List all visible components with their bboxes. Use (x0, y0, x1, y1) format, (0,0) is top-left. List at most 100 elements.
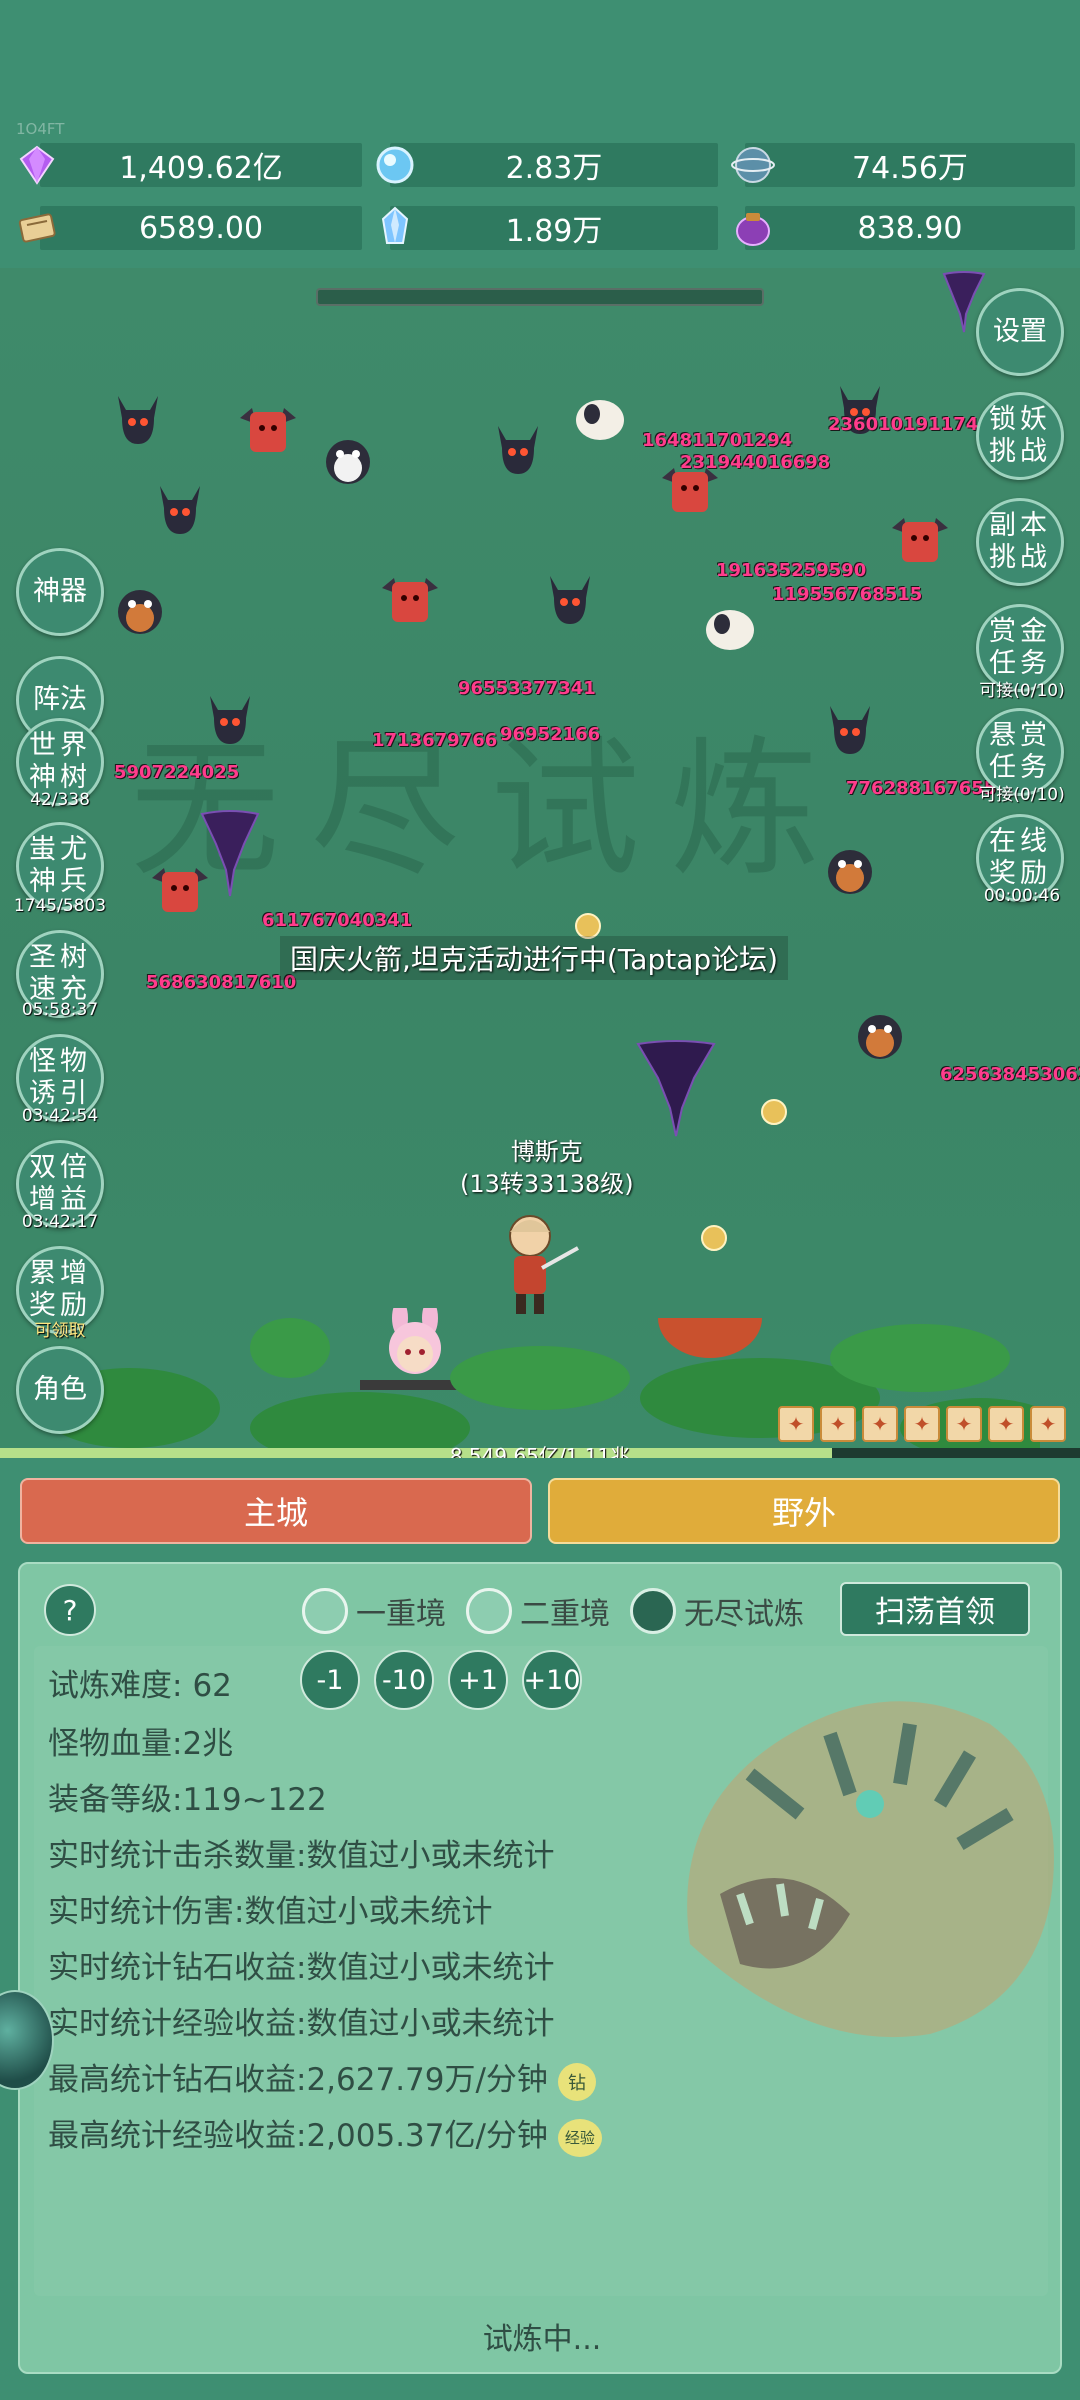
settings-label: 设置 (993, 316, 1047, 347)
horned-demon-monster[interactable] (488, 418, 548, 478)
skill-slot-icon[interactable]: ✦ (820, 1406, 856, 1442)
difficulty-minus-10-button[interactable]: -10 (374, 1650, 434, 1710)
skill-slot-icon[interactable]: ✦ (862, 1406, 898, 1442)
diamond-resource: 1,409.62亿 (40, 143, 362, 187)
penguin-monster[interactable] (110, 578, 170, 638)
exp-income-stat: 实时统计经验收益:数值过小或未统计 (48, 2006, 555, 2042)
exp-badge-icon: 经验 (557, 2118, 602, 2157)
damage-number: 191635259590 (716, 560, 867, 581)
tab-wild[interactable]: 野外 (548, 1478, 1060, 1544)
character-button[interactable]: 角色 (16, 1346, 104, 1434)
mode-option-endless[interactable]: 无尽试炼 (630, 1588, 804, 1634)
dungeon-challenge-button[interactable]: 副本挑战 (976, 498, 1064, 586)
penguin-monster[interactable] (850, 1003, 910, 1063)
best-diamond-stat: 最高统计钻石收益:2,627.79万/分钟钻 (48, 2054, 596, 2101)
difficulty-row: 试炼难度: 62 (48, 1660, 232, 1705)
penguin-monster[interactable] (318, 428, 378, 488)
chiyou-weapon-progress: 1745/5803 (13, 896, 107, 916)
damage-number: 119556768515 (772, 584, 923, 605)
world-tree-progress: 42/338 (30, 790, 90, 810)
hero-name: 博斯克 (510, 1138, 583, 1166)
diamond-badge-icon: 钻 (557, 2062, 596, 2101)
mode-option-second[interactable]: 二重境 (466, 1588, 610, 1634)
orb-resource: 74.56万 (745, 143, 1075, 187)
online-reward-timer: 00:00:46 (983, 886, 1061, 906)
radio-icon (466, 1588, 512, 1634)
hero-nameplate: 博斯克 (13转33138级) (460, 1136, 634, 1200)
purple-pot-icon (730, 204, 776, 250)
monster-lure-label: 怪物诱引 (29, 1046, 91, 1109)
bounty-task-label: 赏金任务 (989, 616, 1051, 679)
artifact-button[interactable]: 神器 (16, 548, 104, 636)
damage-number: 96952166 (500, 724, 601, 745)
coin-drop-icon[interactable] (760, 1098, 788, 1126)
skill-slot-icon[interactable]: ✦ (1030, 1406, 1066, 1442)
monster-lure-timer: 03:42:54 (21, 1106, 99, 1126)
trial-panel: ? 一重境 二重境 无尽试炼 扫荡首领 试炼难度: 62 -1 -10 +1 +1… (18, 1562, 1062, 2374)
top-tag: 1O4FT (16, 120, 65, 138)
gem-value: 2.83万 (505, 151, 603, 186)
damage-number: 1713679766 (372, 730, 498, 751)
horned-demon-monster[interactable] (540, 568, 600, 628)
difficulty-plus-10-button[interactable]: +10 (522, 1650, 582, 1710)
mode-option-first[interactable]: 一重境 (302, 1588, 446, 1634)
cumulative-reward-label: 累增奖励 (29, 1258, 91, 1321)
blue-gem-icon (372, 142, 418, 188)
tab-main-city[interactable]: 主城 (20, 1478, 532, 1544)
best-diamond-text: 最高统计钻石收益:2,627.79万/分钟 (48, 2062, 548, 2098)
damage-number: 568630817610 (146, 972, 297, 993)
help-button[interactable]: ? (44, 1584, 96, 1636)
event-banner[interactable]: 国庆火箭,坦克活动进行中(Taptap论坛) (280, 936, 789, 980)
difficulty-minus-1-button[interactable]: -1 (300, 1650, 360, 1710)
best-exp-text: 最高统计经验收益:2,005.37亿/分钟 (48, 2118, 548, 2154)
skill-slot-icon[interactable]: ✦ (778, 1406, 814, 1442)
holy-tree-recharge-label: 圣树速充 (29, 942, 91, 1005)
crystal-value: 1.89万 (505, 214, 603, 249)
damage-number: 231944016698 (680, 452, 831, 473)
red-block-monster[interactable] (238, 398, 298, 458)
penguin-monster[interactable] (820, 838, 880, 898)
horned-demon-monster[interactable] (150, 478, 210, 538)
mode-first-label: 一重境 (356, 1597, 446, 1632)
tab-main-city-label: 主城 (243, 1494, 308, 1532)
double-boost-label: 双倍增益 (29, 1152, 91, 1215)
horned-demon-monster[interactable] (200, 688, 260, 748)
purple-diamond-icon (14, 142, 60, 188)
hero-character[interactable] (480, 1208, 580, 1318)
tab-wild-label: 野外 (771, 1494, 836, 1532)
sweep-boss-button[interactable]: 扫荡首领 (840, 1582, 1030, 1636)
tiger-illustration (687, 1701, 1054, 2038)
red-block-monster[interactable] (890, 508, 950, 568)
damage-number: 164811701294 (642, 430, 793, 451)
horned-demon-monster[interactable] (820, 698, 880, 758)
dungeon-challenge-label: 副本挑战 (989, 510, 1051, 573)
red-block-monster[interactable] (380, 568, 440, 628)
skill-slot-icon[interactable]: ✦ (946, 1406, 982, 1442)
pot-value: 838.90 (857, 210, 963, 246)
white-furry-monster[interactable] (570, 388, 630, 448)
difficulty-plus-1-button[interactable]: +1 (448, 1650, 508, 1710)
bounty-task-status: 可接(0/10) (979, 681, 1065, 701)
world-tree-label: 世界神树 (29, 730, 91, 793)
skill-slot-icon[interactable]: ✦ (988, 1406, 1024, 1442)
radio-icon (630, 1588, 676, 1634)
white-furry-monster[interactable] (700, 598, 760, 658)
settings-button[interactable]: 设置 (976, 288, 1064, 376)
diamond-income-stat: 实时统计钻石收益:数值过小或未统计 (48, 1950, 555, 1986)
monster-hp-stat: 怪物血量:2兆 (48, 1726, 234, 1762)
wave-progress-bar (316, 288, 764, 306)
crystal-resource: 1.89万 (390, 206, 718, 250)
demon-lock-challenge-button[interactable]: 锁妖挑战 (976, 392, 1064, 480)
coin-drop-icon[interactable] (700, 1224, 728, 1252)
demon-lock-challenge-label: 锁妖挑战 (989, 404, 1051, 467)
damage-number: 625638453062 (940, 1064, 1080, 1085)
kill-count-stat: 实时统计击杀数量:数值过小或未统计 (48, 1838, 555, 1874)
trial-status: 试炼中... (482, 2322, 602, 2357)
damage-number: 5907224025 (114, 762, 240, 783)
scroll-resource: 6589.00 (40, 206, 362, 250)
equipment-level-stat: 装备等级:119~122 (48, 1782, 327, 1818)
skill-slot-icon[interactable]: ✦ (904, 1406, 940, 1442)
horned-demon-monster[interactable] (108, 388, 168, 448)
reward-task-label: 悬赏任务 (989, 720, 1051, 783)
battle-scene[interactable]: 无尽试炼 164811701294 231944016698 236010191… (0, 268, 1080, 1458)
